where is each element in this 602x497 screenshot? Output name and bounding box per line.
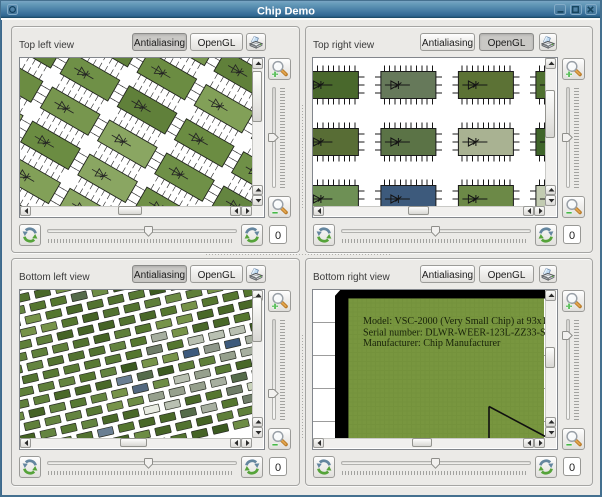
- svg-text:OpenGL: OpenGL: [198, 270, 236, 281]
- svg-text:Model: VSC-2000 (Very Small Ch: Model: VSC-2000 (Very Small Chip) at 93x…: [363, 316, 545, 327]
- svg-text:0: 0: [275, 462, 281, 474]
- svg-text:Chip Demo: Chip Demo: [257, 5, 315, 17]
- svg-text:Top right view: Top right view: [313, 40, 375, 51]
- svg-text:Antialiasing: Antialiasing: [134, 270, 185, 281]
- svg-text:Bottom right view: Bottom right view: [313, 272, 390, 283]
- svg-text:Manufacturer: Chip Manufacture: Manufacturer: Chip Manufacturer: [363, 338, 501, 349]
- svg-text:Serial number: DLWR-WEER-123L-: Serial number: DLWR-WEER-123L-ZZ33-SDSJ: [363, 327, 545, 338]
- svg-text:0: 0: [275, 230, 281, 242]
- svg-text:Antialiasing: Antialiasing: [421, 270, 472, 281]
- svg-text:OpenGL: OpenGL: [488, 270, 526, 281]
- svg-text:Top left view: Top left view: [19, 40, 75, 51]
- svg-text:Antialiasing: Antialiasing: [134, 38, 185, 49]
- svg-text:0: 0: [568, 462, 574, 474]
- svg-text:OpenGL: OpenGL: [198, 38, 236, 49]
- svg-text:Antialiasing: Antialiasing: [421, 38, 472, 49]
- svg-text:Bottom left view: Bottom left view: [19, 272, 90, 283]
- svg-text:OpenGL: OpenGL: [488, 38, 526, 49]
- svg-text:0: 0: [568, 230, 574, 242]
